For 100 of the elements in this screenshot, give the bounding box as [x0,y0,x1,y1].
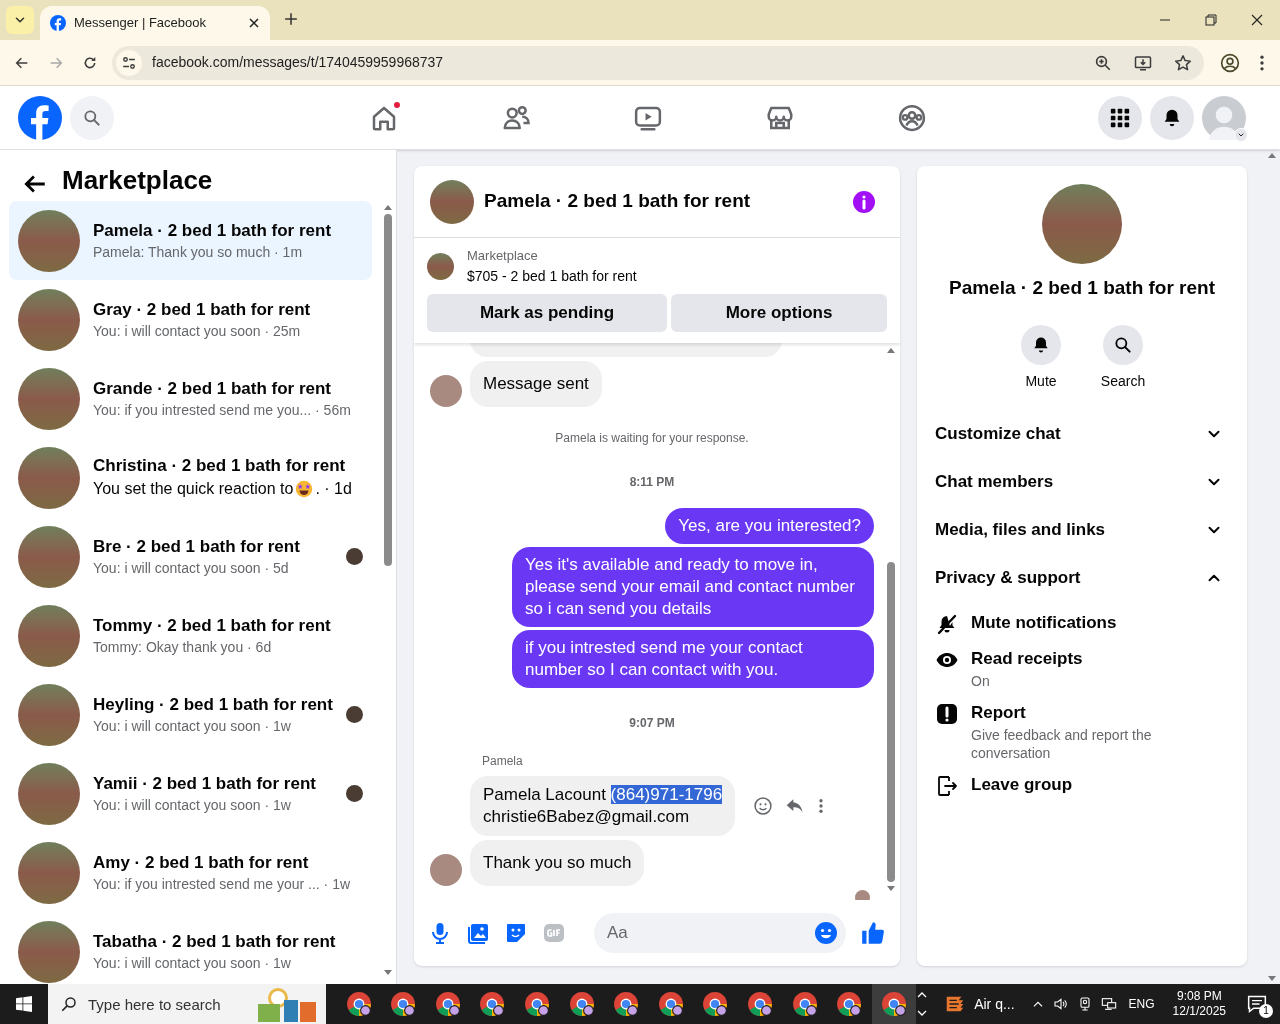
exit-icon [935,773,959,798]
browser-icon [880,991,907,1017]
sender-name: Pamela [482,753,524,770]
language-indicator[interactable]: ENG [1128,995,1155,1013]
site-settings-icon[interactable] [116,49,142,76]
scroll-down-arrow-icon[interactable] [886,886,896,892]
browser-icon [791,991,818,1017]
install-app-icon[interactable] [1134,53,1152,72]
conversation-item[interactable]: Pamela · 2 bed 1 bath for rent Pamela: Thank you so much · 1m [9,201,372,280]
speaker-icon[interactable] [1052,996,1069,1012]
message-preview: You set the quick reaction to [93,478,294,499]
option-subtitle: Give feedback and report the conversation [971,725,1153,762]
message-preview: You: i will contact you soon · 25m [93,321,302,341]
message-preview: You: i will contact you soon · 1w [93,716,292,736]
message-bubble: Yes, are you interested? [665,508,874,544]
chat-title: Pamela · 2 bed 1 bath for rent [484,189,752,214]
conversation-title: Pamela · 2 bed 1 bath for rent [93,219,333,242]
scroll-down-arrow-icon[interactable] [1267,976,1277,982]
search-icon [1113,334,1133,355]
smiley-icon[interactable] [753,796,774,816]
listing-source: Marketplace [467,247,539,265]
message-preview: Pamela: Thank you so much · 1m [93,242,304,262]
menu-item[interactable]: Read receipts On [935,645,1229,690]
listing-title: $705 - 2 bed 1 bath for rent [467,267,637,286]
scroll-up-arrow-icon[interactable] [383,204,393,210]
section-header[interactable]: Chat members [935,457,1229,506]
conversation-title: Bre · 2 bed 1 bath for rent [93,535,301,558]
scrollbar[interactable] [383,204,393,976]
browser-icon [657,991,684,1017]
browser-icon [524,991,551,1017]
browser-icon [479,991,506,1017]
sticker-icon[interactable] [504,921,528,945]
menu-button[interactable] [1098,95,1142,140]
star-icon[interactable] [1174,53,1192,72]
section-header[interactable]: Customize chat [935,409,1229,458]
smiley-icon[interactable] [814,921,838,945]
section-header[interactable]: Media, files and links [935,505,1229,554]
browser-icon [613,991,640,1017]
browser-icon [390,991,417,1017]
photo-placeholder [427,252,454,280]
grid-menu-icon [1109,106,1131,129]
action-button[interactable]: Mark as pending [427,294,667,332]
menu-item[interactable]: Mute notifications [935,609,1229,636]
profile-icon[interactable] [1220,52,1240,73]
plus-icon[interactable] [284,12,298,26]
message-preview: You: if you intrested send me you... · 56m [93,400,352,420]
chevron-down-icon [1234,127,1248,142]
scroll-up-arrow-icon[interactable] [1267,152,1277,158]
message-bubble: if you intrested send me your contact number so I can contact with you. [512,630,874,688]
clock-date: 12/1/2025 [1172,1004,1226,1019]
address-bar[interactable]: facebook.com/messages/t/1740459959968737 [112,45,1204,80]
browser-icon [747,991,774,1017]
notifications-button[interactable]: 1 [1240,984,1274,1024]
option-label: Report [971,701,1027,724]
conversation-title: Yamii · 2 bed 1 bath for rent [93,772,317,795]
option-label: Leave group [971,773,1073,796]
scroll-down-arrow-icon[interactable] [383,970,393,976]
alert-icon [935,701,959,726]
facebook-logo-icon[interactable] [18,95,62,140]
conversation-title: Grande · 2 bed 1 bath for rent [93,377,333,400]
message-input[interactable]: Aa [594,913,846,953]
message-preview: Tommy: Okay thank you · 6d [93,637,273,657]
browser-icon [836,991,863,1017]
conversation-title: Amy · 2 bed 1 bath for rent [93,851,310,874]
network-icon[interactable] [1100,996,1117,1012]
option-label: Mute notifications [971,611,1117,634]
scrollbar[interactable] [886,347,896,892]
conversation-title: Tabatha · 2 bed 1 bath for rent [93,930,337,953]
facebook-logo-icon [50,15,66,31]
message-preview: You: i will contact you soon · 5d [93,558,290,578]
more-icon[interactable] [817,797,826,815]
chat-bubble-icon [1247,994,1267,1014]
info-icon[interactable] [852,189,876,214]
sidebar-title: Marketplace [62,164,213,197]
thumbs-up-icon[interactable] [860,920,886,946]
menu-item[interactable]: Leave group [935,771,1229,798]
groups-icon [897,102,927,133]
search-button[interactable] [70,95,114,140]
conversation-title: Christina · 2 bed 1 bath for rent [93,454,347,477]
message-bubble: Yes it's available and ready to move in, please send your email and contact number so i can send you details [512,547,874,627]
photo-placeholder [430,179,474,224]
message-time: . · 1d [315,478,352,499]
section-header[interactable]: Privacy & support [935,553,1229,602]
notifications-button[interactable] [1150,95,1194,140]
conversation-title: Pamela · 2 bed 1 bath for rent [948,276,1216,300]
message-bubble: Message sent [470,361,602,407]
image-icon[interactable] [466,921,490,945]
clock-time: 9:08 PM [1176,989,1222,1004]
browser-tab[interactable]: Messenger | Facebook [40,6,270,40]
message-preview: You: i will contact you soon · 1w [93,795,292,815]
menu-item[interactable]: Report Give feedback and report the conversation [935,699,1229,762]
zoom-icon[interactable] [1094,53,1112,72]
taskbar-app[interactable] [871,984,917,1024]
scrollbar[interactable] [1266,152,1278,982]
option-label: Read receipts [971,647,1083,670]
close-icon[interactable] [248,17,260,29]
browser-icon [345,991,372,1017]
action-button[interactable]: More options [671,294,887,332]
scroll-up-arrow-icon[interactable] [886,347,896,353]
browser-icon [434,991,461,1017]
